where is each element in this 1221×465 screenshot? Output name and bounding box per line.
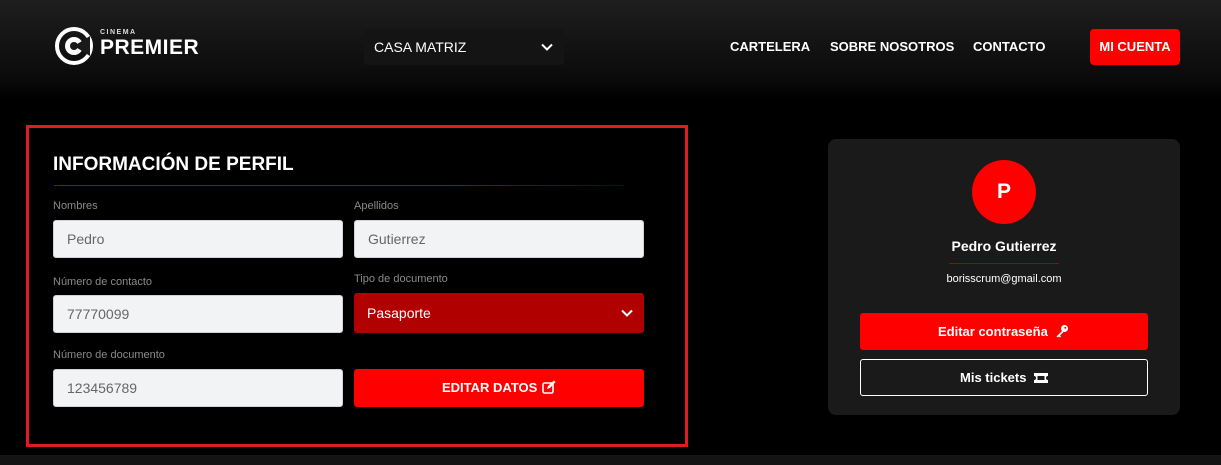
last-name-label: Apellidos [354, 200, 399, 212]
nav-contacto[interactable]: CONTACTO [973, 39, 1045, 54]
edit-square-icon [542, 380, 556, 394]
doc-type-select[interactable]: Pasaporte [354, 293, 644, 333]
doc-type-value: Pasaporte [367, 305, 431, 321]
avatar: P [972, 160, 1036, 224]
change-password-label: Editar contraseña [938, 324, 1048, 339]
logo-subtitle: CINEMA [100, 29, 137, 36]
phone-label: Número de contacto [53, 276, 153, 288]
name-divider [949, 263, 1059, 264]
doc-number-label: Número de documento [53, 349, 165, 361]
my-tickets-button[interactable]: Mis tickets [860, 359, 1148, 396]
change-password-button[interactable]: Editar contraseña [860, 313, 1148, 350]
profile-info-panel: INFORMACIÓN DE PERFIL Nombres Pedro Apel… [26, 125, 688, 447]
top-navbar: CINEMA PREMIER CASA MATRIZ CARTELERA SOB… [0, 0, 1221, 100]
edit-data-button[interactable]: EDITAR DATOS [354, 369, 644, 407]
phone-input[interactable]: 77770099 [53, 295, 343, 333]
cinema-reel-logo-icon [55, 27, 93, 65]
chevron-down-icon [541, 43, 553, 51]
my-tickets-label: Mis tickets [960, 370, 1027, 385]
user-email: borisscrum@gmail.com [946, 273, 1062, 285]
title-divider [54, 185, 624, 186]
nav-sobre-nosotros[interactable]: SOBRE NOSOTROS [830, 39, 954, 54]
first-name-label: Nombres [53, 200, 98, 212]
logo-title: PREMIER [100, 36, 200, 59]
key-icon [1056, 325, 1068, 338]
user-summary-card: P Pedro Gutierrez borisscrum@gmail.com E… [828, 139, 1180, 415]
ticket-icon [1034, 373, 1048, 383]
last-name-input[interactable]: Gutierrez [354, 220, 644, 258]
first-name-input[interactable]: Pedro [53, 220, 343, 258]
doc-type-label: Tipo de documento [354, 273, 448, 285]
cinema-premier-logo[interactable]: CINEMA PREMIER [54, 26, 204, 72]
doc-number-input[interactable]: 123456789 [53, 369, 343, 407]
chevron-down-icon [621, 309, 633, 317]
branch-select[interactable]: CASA MATRIZ [364, 29, 564, 65]
footer-strip [0, 455, 1221, 465]
branch-select-value: CASA MATRIZ [374, 39, 467, 55]
panel-title: INFORMACIÓN DE PERFIL [53, 154, 294, 175]
user-name: Pedro Gutierrez [951, 238, 1057, 254]
my-account-button[interactable]: MI CUENTA [1090, 29, 1180, 65]
nav-cartelera[interactable]: CARTELERA [730, 39, 810, 54]
edit-data-label: EDITAR DATOS [442, 380, 538, 395]
